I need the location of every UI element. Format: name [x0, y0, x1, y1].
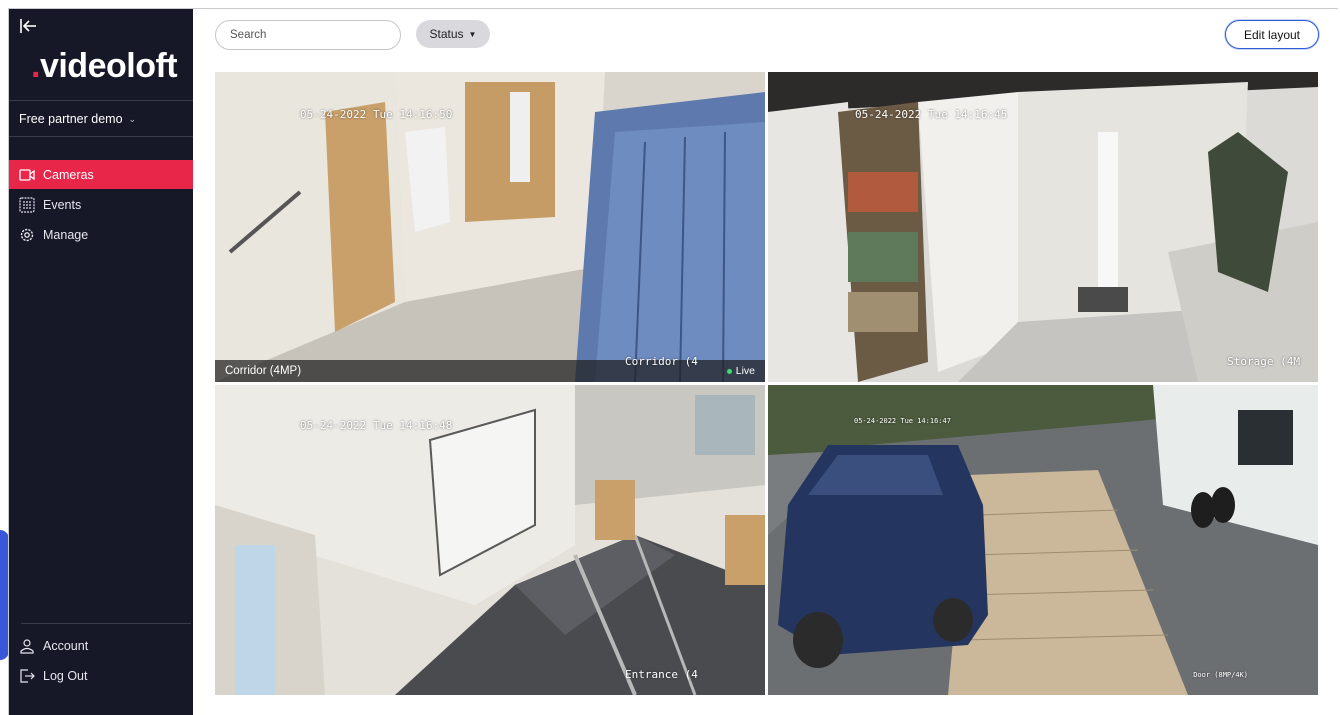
camera-tile-storage[interactable]: 05-24-2022 Tue 14:16:45 Storage (4M	[768, 72, 1318, 382]
logo-text: videoloft	[39, 47, 178, 85]
organization-selector[interactable]: Free partner demo ⌄	[19, 110, 189, 128]
status-filter-label: Status	[429, 27, 464, 41]
organization-name: Free partner demo	[19, 112, 123, 126]
search-input[interactable]	[215, 20, 401, 50]
logo-dot: .	[31, 47, 40, 85]
caret-down-icon: ▼	[468, 29, 477, 39]
camera-icon	[19, 167, 35, 183]
camera-feed-image	[215, 385, 765, 695]
camera-name: Corridor (4MP)	[225, 365, 302, 377]
videoloft-logo[interactable]: .videoloft	[31, 47, 178, 86]
sidebar-divider	[9, 136, 193, 137]
live-dot-icon	[726, 368, 732, 374]
camera-feed-image	[215, 72, 765, 382]
edit-layout-button[interactable]: Edit layout	[1225, 20, 1319, 49]
camera-tile-door[interactable]: 05-24-2022 Tue 14:16:47 Door (8MP/4K)	[768, 385, 1318, 695]
nav-label-logout: Log Out	[43, 668, 88, 683]
gear-icon	[19, 227, 35, 243]
logout-icon	[19, 668, 35, 684]
nav-label-account: Account	[43, 638, 89, 653]
camera-feed-image	[768, 385, 1318, 695]
nav-label-manage: Manage	[43, 227, 89, 242]
events-grid-icon	[19, 196, 35, 213]
camera-overlay-name: Entrance (4	[625, 668, 698, 681]
nav-item-events[interactable]: Events	[9, 190, 193, 219]
nav-item-logout[interactable]: Log Out	[9, 661, 193, 690]
nav-label-events: Events	[43, 197, 82, 212]
user-icon	[19, 638, 35, 654]
camera-overlay-name: Door (8MP/4K)	[1193, 671, 1248, 679]
camera-timestamp: 05-24-2022 Tue 14:16:50	[300, 108, 453, 121]
sidebar-divider	[21, 623, 191, 624]
chevron-down-icon: ⌄	[128, 113, 137, 124]
sidebar: .videoloft Free partner demo ⌄ Cameras E…	[9, 9, 193, 715]
camera-timestamp: 05-24-2022 Tue 14:16:47	[854, 417, 951, 425]
camera-tile-corridor[interactable]: 05-24-2022 Tue 14:16:50 Corridor (4 Corr…	[215, 72, 765, 382]
live-indicator: Live	[726, 365, 755, 377]
nav-item-account[interactable]: Account	[9, 631, 193, 660]
status-filter-button[interactable]: Status ▼	[416, 20, 490, 48]
nav-item-manage[interactable]: Manage	[9, 220, 193, 249]
camera-timestamp: 05-24-2022 Tue 14:16:48	[300, 419, 453, 432]
live-label: Live	[735, 365, 755, 377]
camera-overlay-name: Storage (4M	[1227, 355, 1300, 368]
nav-label-cameras: Cameras	[43, 167, 94, 182]
camera-overlay-name: Corridor (4	[625, 355, 698, 368]
camera-timestamp: 05-24-2022 Tue 14:16:45	[855, 108, 1008, 121]
camera-tile-entrance[interactable]: 05-24-2022 Tue 14:16:48 Entrance (4	[215, 385, 765, 695]
sidebar-divider	[9, 100, 193, 101]
nav-item-cameras[interactable]: Cameras	[9, 160, 193, 189]
collapse-sidebar-icon[interactable]	[19, 17, 39, 35]
camera-feed-image	[768, 72, 1318, 382]
